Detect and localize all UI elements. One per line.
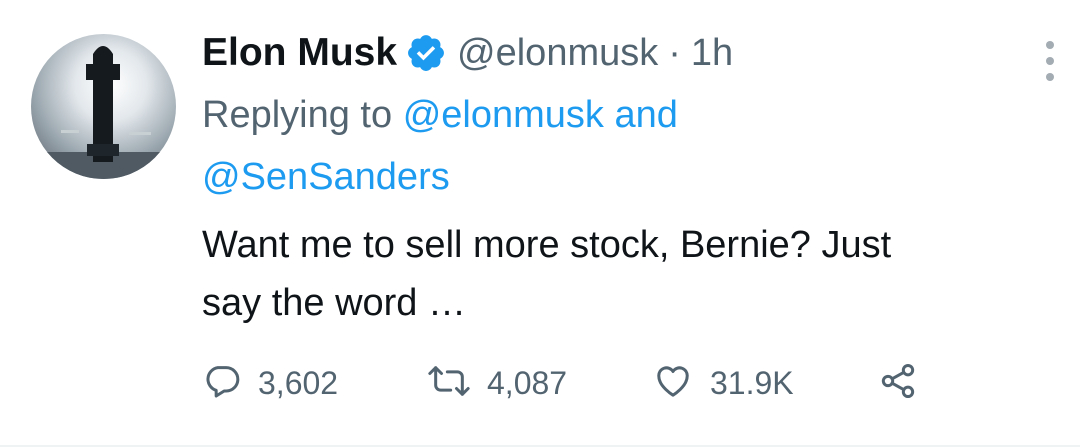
reply-button[interactable]: 3,602 — [202, 361, 427, 406]
like-count: 31.9K — [710, 364, 794, 401]
tweet-text: Want me to sell more stock, Bernie? Just… — [202, 216, 1052, 332]
reply-icon — [202, 361, 242, 406]
author-name[interactable]: Elon Musk — [202, 31, 397, 75]
retweet-count: 4,087 — [487, 364, 568, 401]
reply-count: 3,602 — [258, 364, 339, 401]
author-handle[interactable]: @elonmusk — [457, 32, 658, 75]
retweet-button[interactable]: 4,087 — [427, 361, 652, 406]
tweet-content: Elon Musk @elonmusk · 1h Replying to @el… — [202, 22, 1054, 332]
avatar[interactable] — [31, 34, 176, 179]
mention-sensanders[interactable]: @SenSanders — [202, 156, 450, 198]
tweet-text-line-1: Want me to sell more stock, Bernie? Just — [202, 224, 892, 266]
mention-elonmusk[interactable]: @elonmusk — [403, 94, 604, 136]
heart-icon — [652, 361, 694, 406]
verified-badge-icon — [405, 32, 447, 74]
more-options-icon[interactable] — [1040, 38, 1060, 84]
share-icon — [877, 361, 919, 406]
like-button[interactable]: 31.9K — [652, 361, 877, 406]
tweet-header: Elon Musk @elonmusk · 1h — [202, 22, 1052, 84]
header-separator: · — [668, 31, 681, 74]
tweet-text-line-2: say the word … — [202, 282, 466, 324]
share-button[interactable] — [877, 361, 919, 406]
tweet[interactable]: Elon Musk @elonmusk · 1h Replying to @el… — [0, 0, 1080, 447]
retweet-icon — [427, 361, 471, 406]
mention-conjunction: and — [614, 94, 678, 136]
replying-to-label: Replying to — [202, 94, 393, 136]
replying-to: Replying to @elonmusk and @SenSanders — [202, 84, 1052, 208]
tweet-actions: 3,602 4,087 31.9K — [202, 358, 919, 408]
tweet-timestamp[interactable]: 1h — [691, 32, 733, 75]
